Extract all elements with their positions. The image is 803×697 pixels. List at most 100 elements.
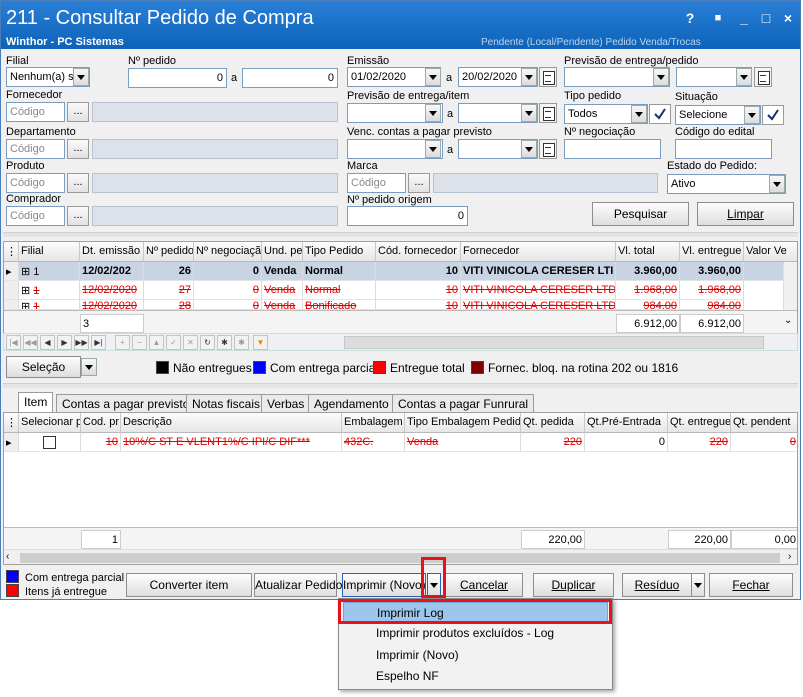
bookmark-icon[interactable]: ✱ [217, 335, 232, 350]
residuo-button[interactable]: Resíduo [622, 573, 692, 597]
calendar-icon[interactable] [539, 139, 557, 159]
settings-button[interactable]: ■ [709, 9, 727, 27]
insert-icon[interactable]: + [115, 335, 130, 350]
menu-item-imprimir-excluidos[interactable]: Imprimir produtos excluídos - Log [343, 623, 608, 644]
col-qt-pedida[interactable]: Qt. pedida [521, 413, 585, 433]
departamento-search-button[interactable]: ... [67, 139, 89, 159]
previsao-item-from-dropdown[interactable] [425, 104, 441, 122]
fechar-button[interactable]: Fechar [709, 573, 793, 597]
scroll-thumb[interactable] [20, 553, 780, 563]
minimize-button[interactable]: _ [735, 9, 753, 27]
previsao-pedido-to-dropdown[interactable] [736, 68, 752, 86]
cancelar-button[interactable]: Cancelar [445, 573, 523, 597]
edital-input[interactable] [675, 139, 772, 159]
filter-icon[interactable]: ▼ [253, 335, 268, 350]
col-descricao[interactable]: Descrição [121, 413, 342, 433]
scroll-right-icon[interactable]: › [788, 551, 791, 562]
pedido-from-input[interactable]: 0 [128, 68, 227, 88]
orders-hscroll[interactable] [344, 336, 764, 349]
next-page-icon[interactable]: ▶▶ [74, 335, 89, 350]
calendar-icon[interactable] [539, 103, 557, 123]
emissao-from-dropdown[interactable] [425, 68, 441, 86]
converter-item-button[interactable]: Converter item [126, 573, 252, 597]
scroll-left-icon[interactable]: ‹ [6, 551, 9, 562]
limpar-button[interactable]: Limpar [697, 202, 794, 226]
filial-dropdown-button[interactable] [73, 68, 89, 86]
next-record-icon[interactable]: ▶ [57, 335, 72, 350]
marca-code-input[interactable]: Código [347, 173, 406, 193]
estado-pedido-dropdown[interactable] [769, 175, 785, 193]
col-embalagem[interactable]: Embalagem [342, 413, 405, 433]
maximize-button[interactable]: □ [757, 9, 775, 27]
col-num-pedido[interactable]: Nº pedido [144, 242, 194, 262]
calendar-icon[interactable] [754, 67, 772, 87]
selecao-dropdown[interactable] [81, 358, 97, 376]
situacao-check-icon[interactable] [762, 105, 784, 125]
col-dt-emissao[interactable]: Dt. emissão [80, 242, 144, 262]
tab-verbas[interactable]: Verbas [261, 394, 311, 413]
previsao-pedido-from-dropdown[interactable] [653, 68, 669, 86]
help-button[interactable]: ? [681, 9, 699, 27]
items-hscroll[interactable]: ‹ › [4, 549, 797, 564]
selecao-button[interactable]: Seleção [6, 356, 81, 378]
close-button[interactable]: × [779, 9, 797, 27]
tab-item[interactable]: Item [18, 392, 54, 413]
pedido-origem-input[interactable]: 0 [347, 206, 468, 226]
goto-bookmark-icon[interactable]: ✱ [234, 335, 249, 350]
col-cod-produto[interactable]: Cod. pr [81, 413, 121, 433]
col-tipo-pedido[interactable]: Tipo Pedido [303, 242, 376, 262]
col-tipo-embalagem[interactable]: Tipo Embalagem Pedido [405, 413, 521, 433]
select-checkbox[interactable] [43, 436, 56, 449]
tab-contas-pagar-previsto[interactable]: Contas a pagar previsto [56, 394, 196, 413]
col-cod-fornecedor[interactable]: Cód. fornecedor [376, 242, 461, 262]
last-record-icon[interactable]: ▶| [91, 335, 106, 350]
duplicar-button[interactable]: Duplicar [533, 573, 614, 597]
pesquisar-button[interactable]: Pesquisar [592, 202, 689, 226]
items-grid[interactable]: ⋮ Selecionar p Cod. pr Descrição Embalag… [3, 412, 798, 565]
tipo-pedido-dropdown[interactable] [631, 105, 647, 123]
produto-search-button[interactable]: ... [67, 173, 89, 193]
tab-agendamento[interactable]: Agendamento [308, 394, 395, 413]
tipo-pedido-check-icon[interactable] [649, 104, 671, 124]
col-fornecedor[interactable]: Fornecedor [461, 242, 616, 262]
orders-grid[interactable]: ⋮ Filial Dt. emissão Nº pedido Nº negoci… [3, 241, 798, 336]
first-record-icon[interactable]: |◀ [6, 335, 21, 350]
imprimir-novo-button[interactable]: Imprimir (Novo) [342, 573, 426, 597]
prev-page-icon[interactable]: ◀◀ [23, 335, 38, 350]
col-valor-ve[interactable]: Valor Ve [744, 242, 797, 262]
emissao-to-dropdown[interactable] [521, 68, 537, 86]
cancel-edit-icon[interactable]: ✕ [183, 335, 198, 350]
comprador-search-button[interactable]: ... [67, 206, 89, 226]
previsao-item-to-dropdown[interactable] [521, 104, 537, 122]
delete-icon[interactable]: − [132, 335, 147, 350]
col-vl-total[interactable]: Vl. total [616, 242, 680, 262]
prev-record-icon[interactable]: ◀ [40, 335, 55, 350]
orders-vscroll[interactable] [783, 262, 797, 317]
departamento-code-input[interactable]: Código [6, 139, 65, 159]
marca-search-button[interactable]: ... [408, 173, 430, 193]
comprador-code-input[interactable]: Código [6, 206, 65, 226]
negociacao-input[interactable] [564, 139, 661, 159]
post-icon[interactable]: ✓ [166, 335, 181, 350]
col-qt-entregue[interactable]: Qt. entregue [668, 413, 731, 433]
atualizar-pedido-button[interactable]: Atualizar Pedido [254, 573, 342, 597]
edit-icon[interactable]: ▲ [149, 335, 164, 350]
tab-contas-pagar-funrural[interactable]: Contas a pagar Funrural [392, 394, 535, 413]
situacao-dropdown[interactable] [744, 106, 760, 124]
splitter[interactable] [3, 383, 798, 388]
col-qt-pre-entrada[interactable]: Qt.Pré-Entrada [585, 413, 668, 433]
grid-options-icon[interactable]: ⋮ [4, 413, 19, 433]
col-und-pe[interactable]: Und. pe [262, 242, 303, 262]
col-filial[interactable]: Filial [19, 242, 80, 262]
col-num-negociacao[interactable]: Nº negociação [194, 242, 262, 262]
menu-item-imprimir-novo[interactable]: Imprimir (Novo) [343, 645, 608, 666]
refresh-icon[interactable]: ↻ [200, 335, 215, 350]
venc-contas-to-dropdown[interactable] [521, 140, 537, 158]
col-selecionar[interactable]: Selecionar p [19, 413, 81, 433]
splitter[interactable] [3, 232, 798, 237]
residuo-dropdown-button[interactable] [691, 573, 705, 597]
scroll-down-icon[interactable]: ⌄ [784, 315, 792, 326]
calendar-icon[interactable] [539, 67, 557, 87]
tab-notas-fiscais[interactable]: Notas fiscais [186, 394, 267, 413]
fornecedor-search-button[interactable]: ... [67, 102, 89, 122]
